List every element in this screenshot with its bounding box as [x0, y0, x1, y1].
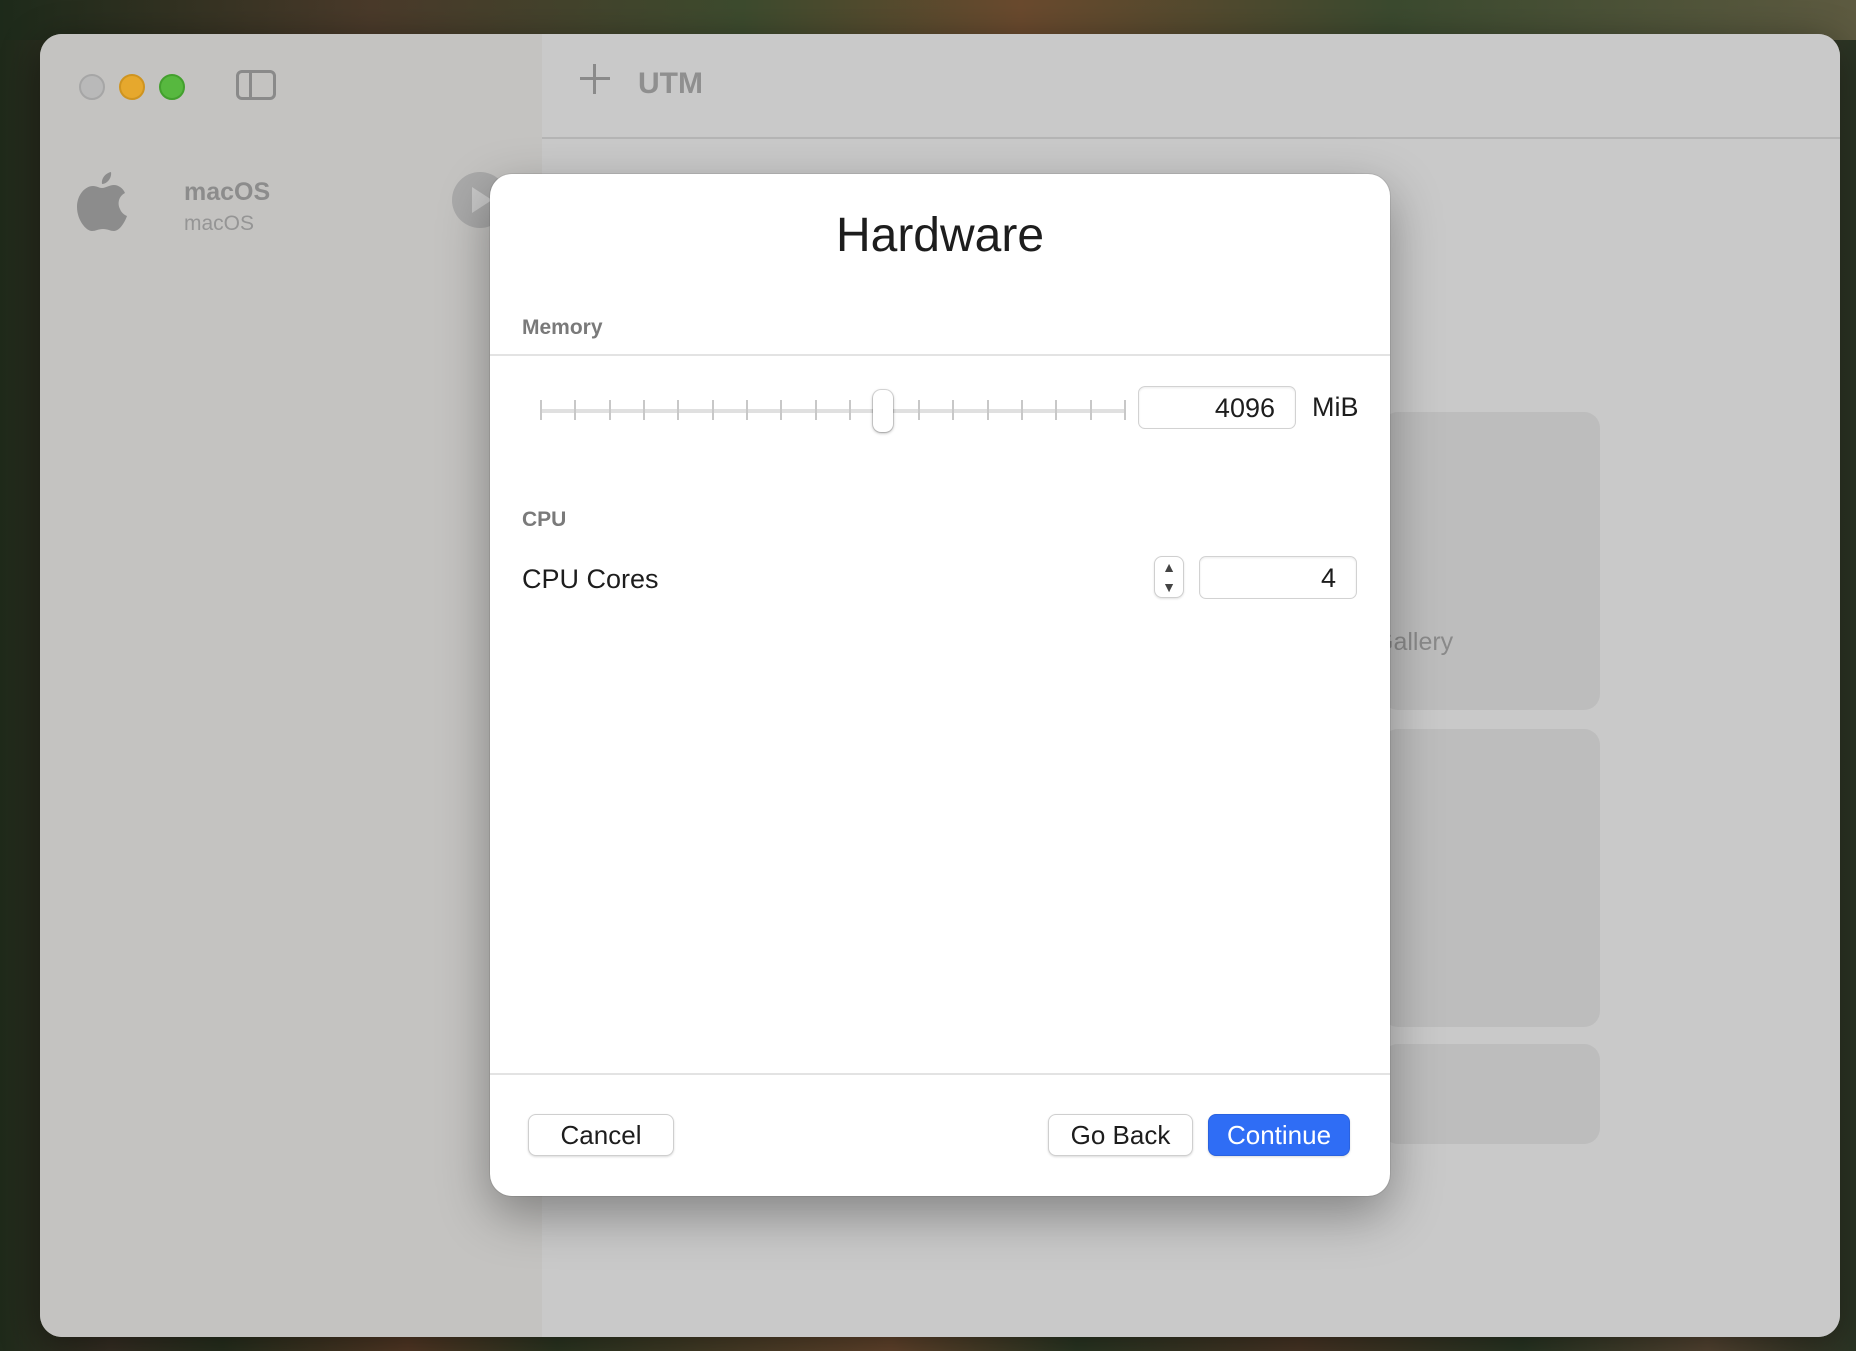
- memory-unit-label: MiB: [1312, 392, 1359, 422]
- go-back-button[interactable]: Go Back: [1048, 1114, 1193, 1156]
- vm-name: macOS: [184, 178, 271, 206]
- slider-tick: [609, 400, 611, 420]
- zoom-window-button[interactable]: [159, 74, 185, 100]
- slider-tick: [746, 400, 748, 420]
- slider-tick: [712, 400, 714, 420]
- footer-divider: [490, 1073, 1390, 1075]
- sidebar-item-macos-vm[interactable]: macOS macOS: [76, 168, 516, 248]
- memory-slider[interactable]: [540, 386, 1126, 436]
- plus-icon[interactable]: [580, 64, 610, 94]
- sidebar-toggle-icon[interactable]: [236, 70, 276, 100]
- app-title: UTM: [638, 67, 703, 100]
- vm-os-label: macOS: [184, 212, 255, 235]
- cpu-cores-stepper[interactable]: ▲ ▼: [1154, 556, 1184, 598]
- slider-tick: [952, 400, 954, 420]
- background-card-small[interactable]: [1382, 1044, 1600, 1144]
- slider-tick: [780, 400, 782, 420]
- sidebar: macOS macOS: [40, 34, 542, 1337]
- memory-divider: [490, 354, 1390, 356]
- slider-tick: [1124, 400, 1126, 420]
- memory-input[interactable]: 4096: [1138, 386, 1296, 429]
- memory-section-label: Memory: [522, 316, 603, 339]
- memory-slider-thumb[interactable]: [873, 390, 893, 432]
- chevron-down-icon[interactable]: ▼: [1155, 577, 1183, 597]
- slider-tick: [849, 400, 851, 420]
- cancel-button[interactable]: Cancel: [528, 1114, 674, 1156]
- cpu-cores-label: CPU Cores: [522, 564, 659, 594]
- cpu-cores-input[interactable]: 4: [1199, 556, 1357, 599]
- memory-slider-track: [540, 409, 1126, 413]
- slider-tick: [1021, 400, 1023, 420]
- chevron-up-icon[interactable]: ▲: [1155, 557, 1183, 577]
- slider-tick: [677, 400, 679, 420]
- slider-tick: [643, 400, 645, 420]
- toolbar: UTM: [542, 34, 1840, 139]
- gallery-card[interactable]: Gallery: [1374, 412, 1600, 710]
- background-card[interactable]: t: [1376, 729, 1600, 1027]
- slider-tick: [987, 400, 989, 420]
- continue-button[interactable]: Continue: [1208, 1114, 1350, 1156]
- slider-tick: [574, 400, 576, 420]
- hardware-dialog: Hardware Memory 4096 MiB CPU CPU Cores ▲…: [490, 174, 1390, 1196]
- dialog-title: Hardware: [835, 209, 1045, 262]
- slider-tick: [540, 400, 542, 420]
- slider-tick: [1055, 400, 1057, 420]
- slider-tick: [815, 400, 817, 420]
- apple-icon: [77, 172, 127, 231]
- cpu-section-label: CPU: [522, 508, 567, 531]
- close-window-button[interactable]: [79, 74, 105, 100]
- minimize-window-button[interactable]: [119, 74, 145, 100]
- slider-tick: [918, 400, 920, 420]
- slider-tick: [1090, 400, 1092, 420]
